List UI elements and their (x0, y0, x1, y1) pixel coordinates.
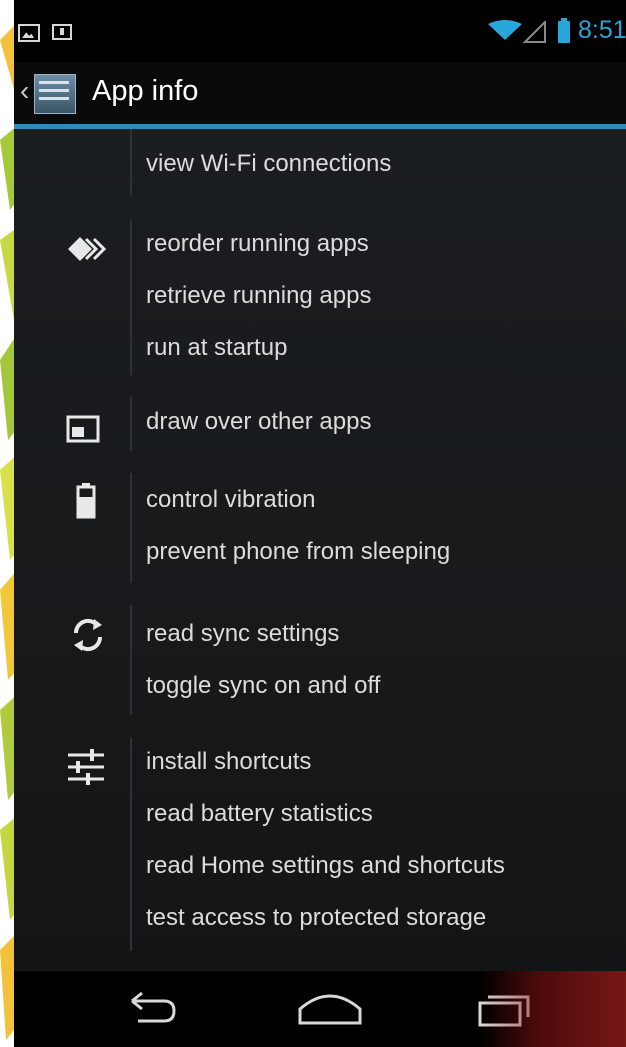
permissions-list: view Wi-Fi connections reorder running a… (14, 129, 626, 971)
action-bar: ‹ App info (14, 62, 626, 124)
status-bar: 8:51 (14, 0, 626, 62)
permission-item: retrieve running apps (146, 282, 372, 309)
permission-item: toggle sync on and off (146, 672, 381, 699)
wifi-icon (488, 20, 522, 40)
permission-item: view Wi-Fi connections (146, 150, 392, 177)
permission-group: reorder running apps retrieve running ap… (14, 219, 626, 375)
permission-group: control vibration prevent phone from sle… (14, 473, 626, 583)
permission-item: run at startup (146, 334, 288, 361)
page-title: App info (92, 75, 199, 107)
sync-icon (73, 618, 103, 652)
permission-item: prevent phone from sleeping (146, 538, 451, 565)
back-caret-icon[interactable]: ‹ (20, 76, 29, 106)
permission-item: read battery statistics (146, 800, 373, 827)
group-divider (130, 219, 132, 375)
group-divider (130, 605, 132, 715)
permission-item: control vibration (146, 486, 316, 513)
group-divider (130, 737, 132, 951)
permission-group: read sync settings toggle sync on and of… (14, 605, 626, 715)
permission-item: read Home settings and shortcuts (146, 852, 505, 879)
battery-icon (558, 18, 570, 43)
group-divider (130, 397, 132, 451)
watermark (480, 971, 626, 1047)
permission-item: read sync settings (146, 620, 340, 647)
sliders-icon (68, 749, 104, 785)
permission-item: test access to protected storage (146, 904, 487, 931)
permission-group: install shortcuts read battery statistic… (14, 737, 626, 951)
permission-item: reorder running apps (146, 230, 369, 257)
apps-icon (68, 237, 107, 261)
phone-screen: 8:51 ‹ App info view Wi-Fi connections r… (14, 0, 626, 1047)
group-divider (130, 129, 132, 195)
battery-icon (76, 483, 96, 519)
permission-item: install shortcuts (146, 748, 312, 775)
home-icon[interactable] (290, 979, 370, 1039)
gallery-icon (18, 24, 40, 42)
permission-group: view Wi-Fi connections (14, 129, 626, 195)
window-overlay-icon (66, 415, 100, 443)
back-icon[interactable] (110, 979, 190, 1039)
permission-item: draw over other apps (146, 408, 372, 435)
status-time: 8:51 (578, 16, 626, 44)
message-icon (52, 24, 72, 40)
app-icon[interactable] (34, 74, 76, 114)
group-divider (130, 473, 132, 583)
permission-group: draw over other apps (14, 397, 626, 451)
signal-icon (523, 21, 546, 43)
